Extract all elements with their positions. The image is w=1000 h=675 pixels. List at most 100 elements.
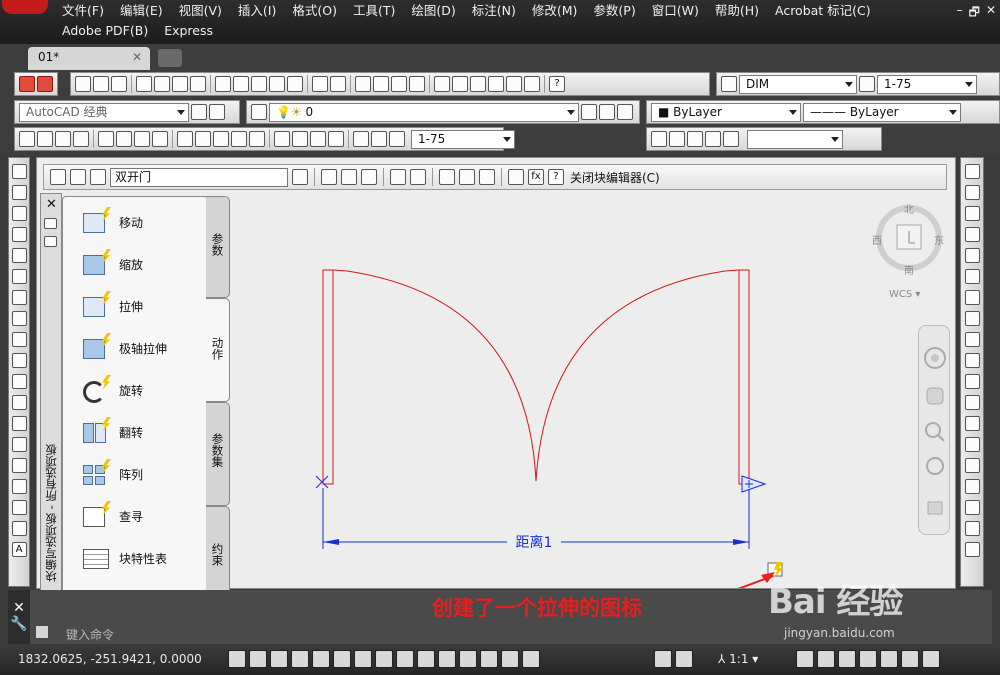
transparency-icon[interactable]: [459, 650, 477, 668]
compass-south[interactable]: 南: [904, 262, 914, 277]
join-icon[interactable]: [964, 437, 980, 452]
viewport-scale-select[interactable]: [747, 129, 843, 149]
palette-item-move[interactable]: 移动: [81, 207, 143, 237]
menu-file[interactable]: 文件(F): [54, 1, 112, 21]
polar-tracking-icon[interactable]: [312, 650, 330, 668]
clean-screen-icon[interactable]: [922, 650, 940, 668]
copy-icon[interactable]: [233, 76, 249, 92]
calculator-icon[interactable]: [524, 76, 540, 92]
app-logo[interactable]: [2, 0, 48, 14]
palette-item-flip[interactable]: 翻转: [81, 417, 143, 447]
explode-icon[interactable]: [964, 521, 980, 536]
zoom-previous-icon[interactable]: [409, 76, 425, 92]
fillet-icon[interactable]: [964, 479, 980, 494]
block-editor-icon[interactable]: [287, 76, 303, 92]
palette-autohide-icon[interactable]: [44, 218, 57, 229]
quick-properties-icon[interactable]: [480, 650, 498, 668]
orbit-icon[interactable]: [926, 457, 944, 475]
multiline-text-icon[interactable]: A: [11, 542, 27, 557]
tab-parameter-sets[interactable]: 参数集: [206, 402, 230, 506]
new-file-icon[interactable]: [75, 76, 91, 92]
command-input[interactable]: 键入命令: [66, 626, 496, 642]
model-space-icon[interactable]: [654, 650, 672, 668]
showmotion-icon[interactable]: [927, 501, 943, 515]
make-block-icon[interactable]: [11, 416, 27, 431]
pan-hand-icon[interactable]: [926, 387, 944, 405]
quick-view-icon[interactable]: [675, 650, 693, 668]
object-snap-icon[interactable]: [333, 650, 351, 668]
minimize-button[interactable]: –: [957, 3, 963, 24]
palette-item-lookup[interactable]: 查寻: [81, 501, 143, 531]
paste-icon[interactable]: [251, 76, 267, 92]
wcs-menu[interactable]: WCS ▾: [889, 289, 920, 300]
jogged-linear-icon[interactable]: [328, 131, 344, 147]
line-icon[interactable]: [11, 164, 27, 179]
menu-modify[interactable]: 修改(M): [524, 1, 586, 21]
insert-block-icon[interactable]: [11, 395, 27, 410]
restore-button[interactable]: 🗗: [969, 3, 980, 24]
hardware-acceleration-icon[interactable]: [859, 650, 877, 668]
close-tab-icon[interactable]: ✕: [132, 50, 142, 64]
offset-icon[interactable]: [964, 227, 980, 242]
tab-actions[interactable]: 动作: [206, 298, 230, 402]
extend-icon[interactable]: [964, 374, 980, 389]
palette-item-rotate[interactable]: 旋转: [81, 375, 143, 405]
viewports-icon[interactable]: [651, 131, 667, 147]
break-icon[interactable]: [964, 416, 980, 431]
viewcube[interactable]: 北 西 东 南 WCS ▾: [871, 198, 947, 300]
polygon-icon[interactable]: [11, 227, 27, 242]
palette-item-stretch[interactable]: 拉伸: [81, 291, 143, 321]
tab-parameters[interactable]: 参数: [206, 196, 230, 298]
clip-viewport-icon[interactable]: [723, 131, 739, 147]
new-tab-button[interactable]: [158, 49, 182, 67]
spline-icon[interactable]: [11, 332, 27, 347]
polygonal-viewport-icon[interactable]: [687, 131, 703, 147]
radius-dim-icon[interactable]: [98, 131, 114, 147]
infer-constraints-icon[interactable]: [228, 650, 246, 668]
status-menu-icon[interactable]: [901, 650, 919, 668]
markup-icon[interactable]: [506, 76, 522, 92]
menu-help[interactable]: 帮助(H): [707, 1, 767, 21]
compass-west[interactable]: 西: [872, 232, 882, 247]
break-at-point-icon[interactable]: [964, 395, 980, 410]
palette-close-icon[interactable]: ✕: [46, 197, 57, 212]
zoom-realtime-icon[interactable]: [373, 76, 389, 92]
linear-dim-icon[interactable]: [19, 131, 35, 147]
menu-adobe-pdf[interactable]: Adobe PDF(B): [54, 21, 156, 41]
ordinate-dim-icon[interactable]: [73, 131, 89, 147]
menu-acrobat[interactable]: Acrobat 标记(C): [767, 1, 879, 21]
palette-item-polar-stretch[interactable]: 极轴拉伸: [81, 333, 167, 363]
help-icon[interactable]: ?: [549, 76, 565, 92]
region-icon[interactable]: [11, 500, 27, 515]
palette-item-array[interactable]: 阵列: [81, 459, 143, 489]
pan-icon[interactable]: [355, 76, 371, 92]
workspace-switch-icon[interactable]: [817, 650, 835, 668]
annotation-scale-select[interactable]: 1-75: [411, 129, 515, 149]
layer-iso-icon[interactable]: [617, 104, 633, 120]
trim-icon[interactable]: [964, 353, 980, 368]
aligned-dim-icon[interactable]: [37, 131, 53, 147]
tolerance-icon[interactable]: [274, 131, 290, 147]
angular-dim-icon[interactable]: [152, 131, 168, 147]
single-viewport-icon[interactable]: [669, 131, 685, 147]
command-close-icon[interactable]: ✕: [13, 600, 25, 616]
diameter-dim-icon[interactable]: [134, 131, 150, 147]
annotation-scale[interactable]: ⅄ 1:1 ▾: [718, 652, 758, 666]
dim-edit-icon[interactable]: [353, 131, 369, 147]
menu-insert[interactable]: 插入(I): [230, 1, 284, 21]
convert-viewport-icon[interactable]: [705, 131, 721, 147]
text-style-icon[interactable]: [721, 76, 737, 92]
inspect-icon[interactable]: [310, 131, 326, 147]
compass-north[interactable]: 北: [904, 201, 914, 216]
menu-draw[interactable]: 绘图(D): [403, 1, 463, 21]
rectangle-icon[interactable]: [11, 248, 27, 263]
dim-scale-select[interactable]: 1-75: [877, 74, 977, 94]
palette-title-strip[interactable]: ✕ 块编写选项板 - 所有选项板: [40, 193, 62, 626]
web-icon[interactable]: [190, 76, 206, 92]
tool-palettes-icon[interactable]: [470, 76, 486, 92]
center-mark-icon[interactable]: [292, 131, 308, 147]
isolate-objects-icon[interactable]: [880, 650, 898, 668]
ortho-mode-icon[interactable]: [291, 650, 309, 668]
sheet-set-icon[interactable]: [488, 76, 504, 92]
save-icon[interactable]: [111, 76, 127, 92]
